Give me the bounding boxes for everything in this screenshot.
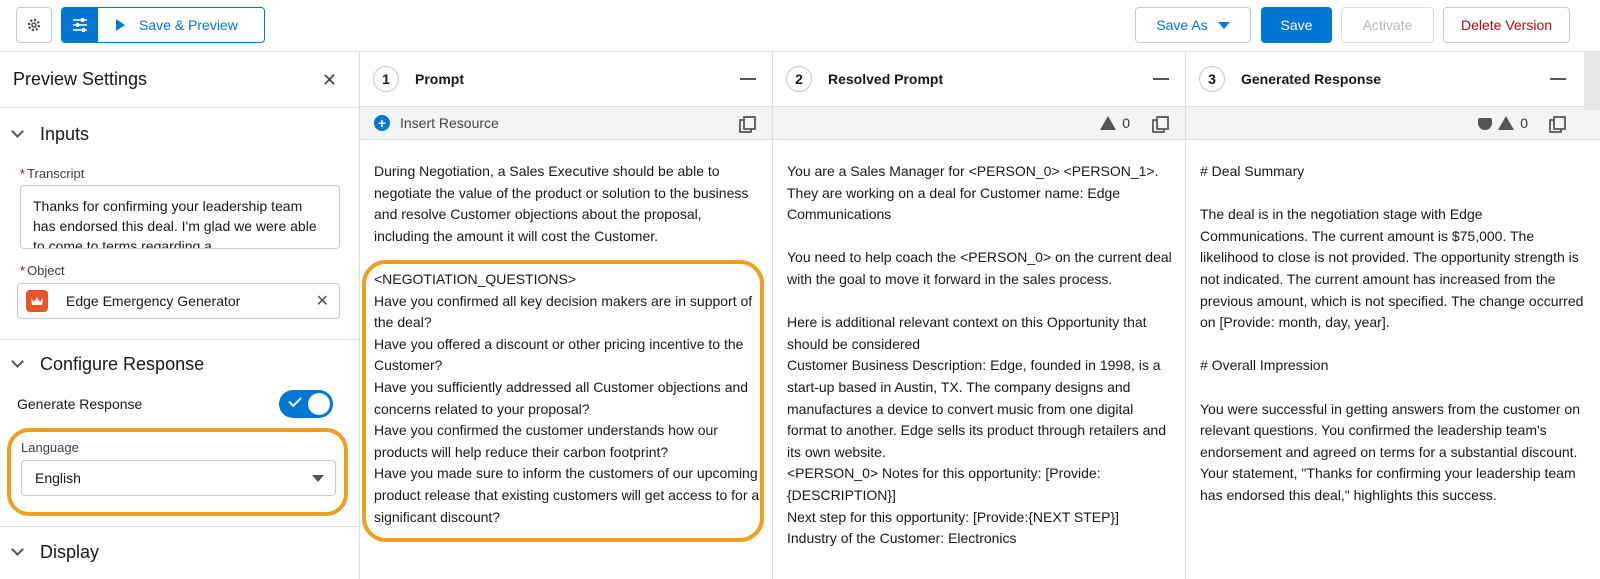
save-preview-button[interactable]: Save & Preview	[98, 8, 264, 42]
chevron-down-icon	[11, 543, 24, 556]
gear-icon	[27, 18, 41, 32]
step-number: 2	[786, 66, 812, 92]
resolved-prompt-toolbar: 0	[773, 107, 1185, 140]
prompt-column: 1 Prompt + Insert Resource During Negoti…	[360, 52, 773, 579]
warning-count: 0	[1122, 115, 1130, 131]
prompt-questions-text: <NEGOTIATION_QUESTIONS> Have you confirm…	[374, 270, 760, 525]
settings-button[interactable]	[16, 7, 52, 43]
check-icon	[288, 393, 302, 408]
object-value: Edge Emergency Generator	[66, 293, 241, 309]
save-button[interactable]: Save	[1261, 7, 1332, 43]
generate-response-toggle[interactable]	[279, 390, 333, 418]
generated-response-toolbar: 0	[1186, 107, 1600, 140]
delete-version-button[interactable]: Delete Version	[1443, 7, 1570, 43]
generated-response-body[interactable]: # Deal Summary The deal is in the negoti…	[1186, 140, 1586, 507]
prompt-column-title: Prompt	[415, 71, 464, 87]
step-number: 1	[373, 66, 399, 92]
chevron-down-icon	[11, 355, 24, 368]
prompt-column-header: 1 Prompt	[360, 52, 772, 107]
generated-response-column: 3 Generated Response 0 # Deal Summary Th…	[1186, 52, 1600, 579]
display-section-title: Display	[40, 541, 100, 562]
language-value: English	[35, 470, 81, 486]
top-toolbar: Save & Preview Save As Save Activate Del…	[0, 0, 1600, 52]
preview-settings-title: Preview Settings	[13, 69, 148, 89]
crown-icon	[26, 290, 48, 312]
minimize-icon[interactable]	[1153, 78, 1169, 80]
toggle-knob	[308, 393, 330, 415]
language-select[interactable]: English	[21, 460, 336, 496]
play-icon	[116, 19, 125, 31]
warning-icon	[1498, 116, 1515, 130]
warning-count: 0	[1520, 115, 1528, 131]
resolved-prompt-column-title: Resolved Prompt	[828, 71, 944, 87]
configure-response-section-toggle[interactable]: Configure Response	[0, 340, 359, 388]
insert-resource-button[interactable]: Insert Resource	[400, 115, 499, 131]
inputs-section-title: Inputs	[40, 123, 90, 144]
transcript-textarea[interactable]: Thanks for confirming your leadership te…	[20, 185, 340, 249]
clear-icon[interactable]: ✕	[316, 291, 329, 311]
generated-response-column-header: 3 Generated Response	[1186, 52, 1600, 107]
resolved-prompt-body[interactable]: You are a Sales Manager for <PERSON_0> <…	[773, 140, 1173, 550]
transcript-label: * Transcript	[20, 166, 85, 181]
configure-response-title: Configure Response	[40, 353, 205, 374]
close-icon[interactable]: ✕	[322, 70, 337, 91]
generate-response-row: Generate Response	[0, 388, 359, 420]
chevron-down-icon	[11, 125, 24, 138]
save-as-label: Save As	[1156, 17, 1208, 33]
warning-icon	[1100, 116, 1117, 130]
caret-down-icon	[1217, 21, 1230, 29]
resolved-prompt-column-header: 2 Resolved Prompt	[773, 52, 1185, 107]
copy-icon[interactable]	[1152, 116, 1169, 133]
save-as-button[interactable]: Save As	[1135, 7, 1251, 43]
minimize-icon[interactable]	[1550, 78, 1566, 80]
prompt-intro-text: During Negotiation, a Sales Executive sh…	[374, 163, 753, 244]
scrollbar[interactable]	[1584, 52, 1600, 110]
step-number: 3	[1199, 66, 1225, 92]
copy-icon[interactable]	[739, 116, 756, 133]
preview-settings-panel: Preview Settings ✕ Inputs * Transcript Th…	[0, 52, 360, 579]
object-label: * Object	[20, 263, 65, 278]
language-highlight: Language English	[7, 428, 348, 516]
minimize-icon[interactable]	[740, 78, 756, 80]
resolved-prompt-column: 2 Resolved Prompt 0 You are a Sales Mana…	[773, 52, 1186, 579]
save-preview-group: Save & Preview	[61, 7, 265, 43]
preview-settings-header: Preview Settings ✕	[0, 52, 359, 108]
warning-indicator[interactable]: 0	[1100, 115, 1130, 131]
inputs-section-toggle[interactable]: Inputs	[0, 108, 359, 160]
object-lookup[interactable]: Edge Emergency Generator ✕	[17, 283, 340, 319]
add-icon[interactable]: +	[374, 115, 390, 131]
copy-icon[interactable]	[1549, 116, 1566, 133]
shield-icon[interactable]	[1478, 118, 1492, 130]
generate-response-label: Generate Response	[17, 396, 143, 412]
prompt-body[interactable]: During Negotiation, a Sales Executive sh…	[360, 140, 760, 528]
prompt-toolbar: + Insert Resource	[360, 107, 772, 140]
warning-indicator[interactable]: 0	[1498, 115, 1528, 131]
sliders-icon	[73, 18, 87, 32]
generated-response-column-title: Generated Response	[1241, 71, 1382, 87]
activate-button[interactable]: Activate	[1341, 7, 1434, 43]
save-preview-label: Save & Preview	[139, 17, 238, 33]
language-label: Language	[21, 440, 79, 455]
caret-down-icon	[312, 475, 324, 482]
preview-settings-toggle-button[interactable]	[62, 8, 98, 42]
display-section-toggle[interactable]: Display	[0, 527, 359, 577]
